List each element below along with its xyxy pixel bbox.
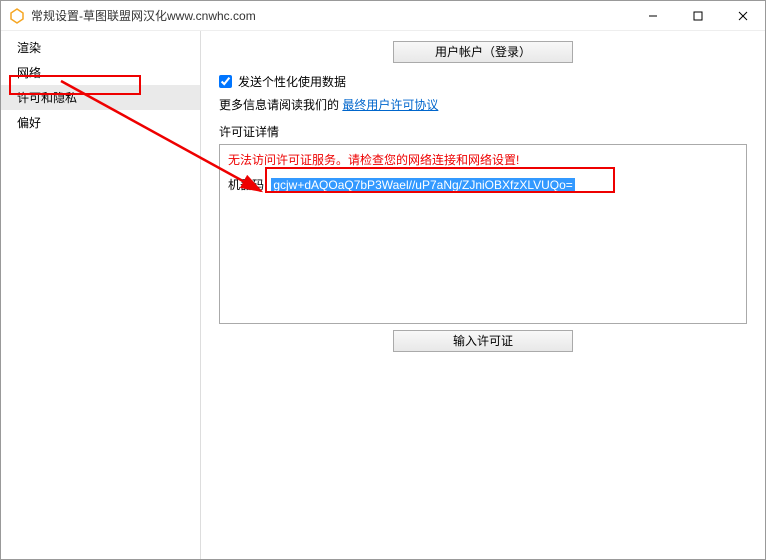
window-title: 常规设置-草图联盟网汉化www.cnwhc.com (31, 7, 630, 24)
license-details-box: 无法访问许可证服务。请检查您的网络连接和网络设置! 机器码: gcjw+dAQO… (219, 144, 747, 324)
send-usage-data-checkbox[interactable] (219, 75, 232, 88)
user-account-button[interactable]: 用户帐户（登录） (393, 41, 573, 63)
sidebar-item-network[interactable]: 网络 (1, 60, 200, 85)
content-panel: 用户帐户（登录） 发送个性化使用数据 更多信息请阅读我们的 最终用户许可协议 许… (201, 31, 765, 559)
sidebar-item-label: 偏好 (17, 116, 41, 130)
sidebar-item-preferences[interactable]: 偏好 (1, 110, 200, 135)
machine-code-value[interactable]: gcjw+dAQOaQ7bP3Wael//uP7aNg/ZJniOBXfzXLV… (271, 178, 574, 192)
sidebar-item-label: 网络 (17, 66, 41, 80)
eula-info-row: 更多信息请阅读我们的 最终用户许可协议 (219, 96, 747, 113)
close-button[interactable] (720, 1, 765, 31)
sidebar-item-label: 渲染 (17, 41, 41, 55)
minimize-button[interactable] (630, 1, 675, 31)
button-label: 输入许可证 (453, 334, 513, 348)
sidebar-item-render[interactable]: 渲染 (1, 35, 200, 60)
maximize-button[interactable] (675, 1, 720, 31)
send-usage-data-label: 发送个性化使用数据 (238, 73, 346, 90)
license-error-text: 无法访问许可证服务。请检查您的网络连接和网络设置! (228, 151, 738, 168)
button-label: 用户帐户（登录） (435, 45, 531, 59)
app-icon (9, 8, 25, 24)
eula-link[interactable]: 最终用户许可协议 (342, 98, 438, 112)
license-details-label: 许可证详情 (219, 123, 747, 140)
eula-prefix: 更多信息请阅读我们的 (219, 98, 342, 112)
enter-license-button[interactable]: 输入许可证 (393, 330, 573, 352)
sidebar-item-label: 许可和隐私 (17, 91, 77, 105)
titlebar: 常规设置-草图联盟网汉化www.cnwhc.com (1, 1, 765, 31)
machine-code-label: 机器码: (228, 176, 267, 193)
sidebar: 渲染 网络 许可和隐私 偏好 (1, 31, 201, 559)
sidebar-item-license-privacy[interactable]: 许可和隐私 (1, 85, 200, 110)
